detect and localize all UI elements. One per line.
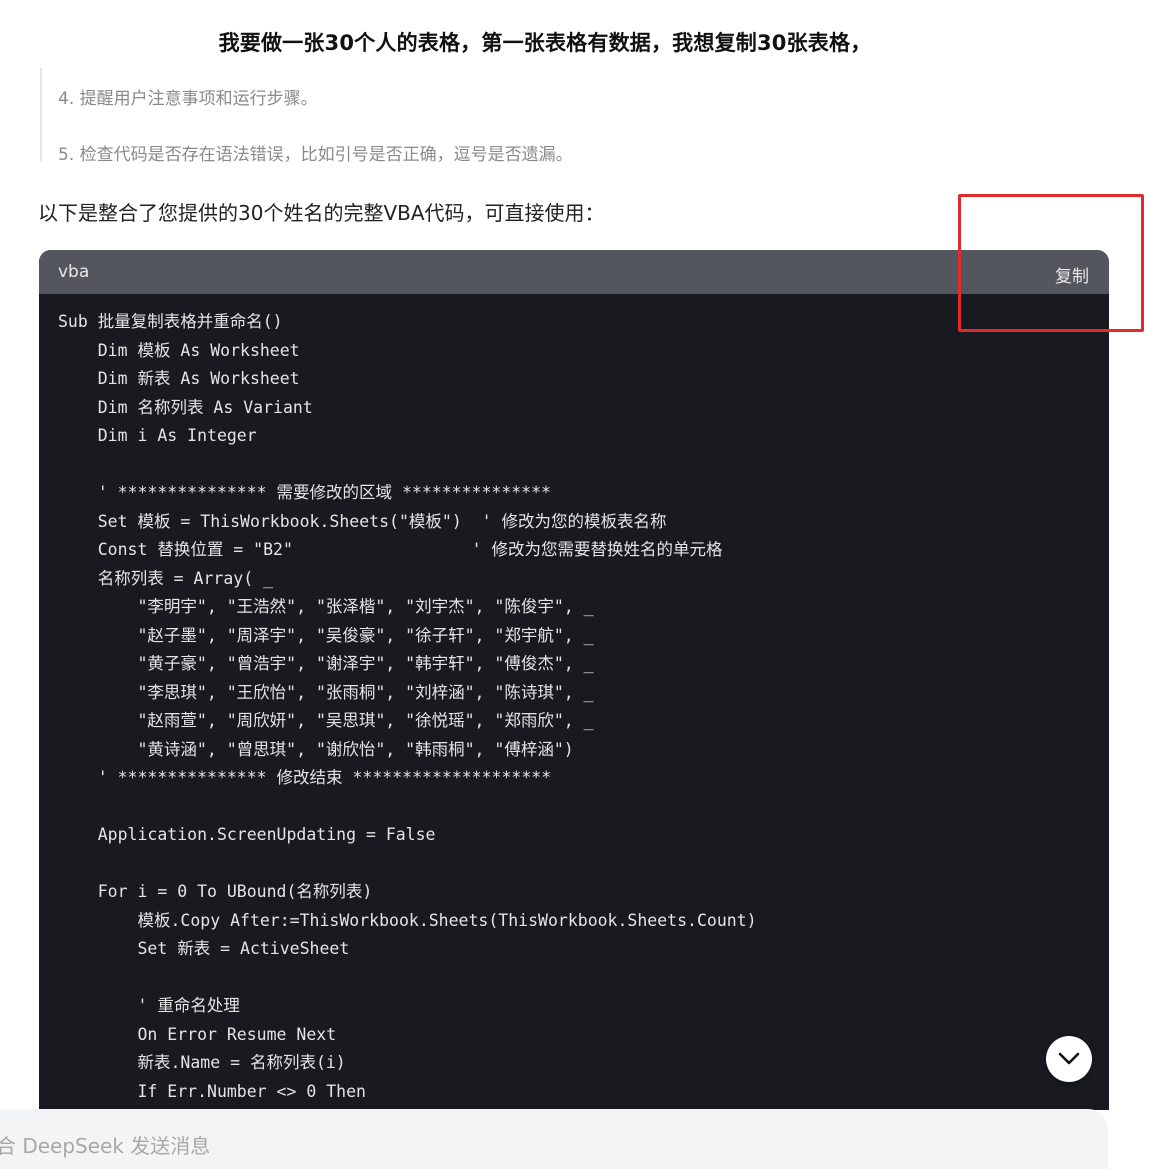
code-line: "黄诗涵", "曾思琪", "谢欣怡", "韩雨桐", "傅梓涵") [58, 739, 574, 759]
code-line: Dim 模板 As Worksheet [58, 340, 300, 360]
chevron-down-icon [1058, 1052, 1080, 1065]
code-line: Set 新表 = ActiveSheet [58, 939, 350, 958]
code-line: Application.ScreenUpdating = False [58, 825, 436, 844]
scroll-down-button[interactable] [1046, 1036, 1092, 1082]
chat-input[interactable]: 合 DeepSeek 发送消息 [0, 1109, 1108, 1169]
code-line: For i = 0 To UBound(名称列表) [58, 882, 373, 901]
code-line: On Error Resume Next [58, 1024, 337, 1044]
code-language-label: vba [58, 262, 90, 282]
note-item: 4. 提醒用户注意事项和运行步骤。 [58, 89, 318, 109]
code-line: If Err.Number <> 0 Then [58, 1081, 366, 1101]
code-line: "赵子墨", "周泽宇", "吴俊豪", "徐子轩", "郑宇航", _ [58, 625, 594, 645]
code-line: Dim i As Integer [58, 426, 257, 445]
code-line: Sub 批量复制表格并重命名() [58, 312, 283, 331]
chat-input-placeholder: 合 DeepSeek 发送消息 [0, 1134, 211, 1158]
code-line: "李思琪", "王欣怡", "张雨桐", "刘梓涵", "陈诗琪", _ [58, 682, 594, 702]
intro-text: 以下是整合了您提供的30个姓名的完整VBA代码，可直接使用： [38, 201, 605, 225]
code-line: "赵雨萱", "周欣妍", "吴思琪", "徐悦瑶", "郑雨欣", _ [58, 711, 594, 730]
code-line: 名称列表 = Array( _ [58, 568, 274, 588]
code-line: ' *************** 需要修改的区域 **************… [58, 483, 551, 502]
code-block-header: vba 复制 [39, 250, 1109, 294]
code-line: Dim 新表 As Worksheet [58, 369, 300, 388]
code-line: Dim 名称列表 As Variant [58, 397, 313, 417]
code-block: vba 复制 Sub 批量复制表格并重命名() Dim 模板 As Worksh… [39, 250, 1109, 1110]
notes-quote: 4. 提醒用户注意事项和运行步骤。 5. 检查代码是否存在语法错误，比如引号是否… [40, 68, 1058, 165]
code-line: 模板.Copy After:=ThisWorkbook.Sheets(ThisW… [58, 910, 757, 930]
code-content: Sub 批量复制表格并重命名() Dim 模板 As Worksheet Dim… [58, 308, 1099, 1106]
code-line: ' *************** 修改结束 *****************… [58, 768, 552, 787]
note-item: 5. 检查代码是否存在语法错误，比如引号是否正确，逗号是否遗漏。 [58, 145, 573, 165]
code-line: ' 重命名处理 [58, 996, 240, 1015]
user-message: 我要做一张30个人的表格，第一张表格有数据，我想复制30张表格， [218, 31, 872, 55]
code-line: Const 替换位置 = "B2" ' 修改为您需要替换姓名的单元格 [58, 540, 723, 559]
code-line: "黄子豪", "曾浩宇", "谢泽宇", "韩宇轩", "傅俊杰", _ [58, 654, 594, 673]
code-line: 新表.Name = 名称列表(i) [58, 1053, 346, 1072]
code-line: "李明宇", "王浩然", "张泽楷", "刘宇杰", "陈俊宇", _ [58, 597, 594, 616]
code-line: Set 模板 = ThisWorkbook.Sheets("模板") ' 修改为… [58, 511, 667, 531]
annotation-highlight-box [958, 194, 1144, 332]
